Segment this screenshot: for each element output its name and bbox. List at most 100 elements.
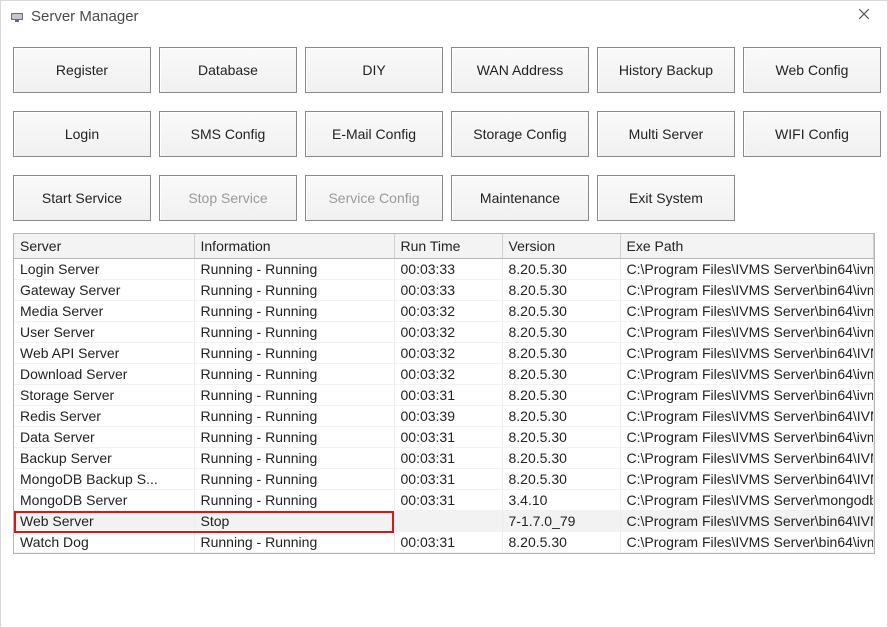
wanaddress-button[interactable]: WAN Address <box>451 47 589 93</box>
cell-server: MongoDB Backup S... <box>14 469 194 490</box>
login-button[interactable]: Login <box>13 111 151 157</box>
webconfig-button[interactable]: Web Config <box>743 47 881 93</box>
col-exepath[interactable]: Exe Path <box>620 234 874 259</box>
cell-server: User Server <box>14 322 194 343</box>
cell-server: Redis Server <box>14 406 194 427</box>
titlebar-left: Server Manager <box>9 8 139 25</box>
cell-time: 00:03:32 <box>394 322 502 343</box>
register-button[interactable]: Register <box>13 47 151 93</box>
cell-ver: 8.20.5.30 <box>502 469 620 490</box>
startservice-button[interactable]: Start Service <box>13 175 151 221</box>
table-row[interactable]: Backup ServerRunning - Running00:03:318.… <box>14 448 874 469</box>
table-row[interactable]: Watch DogRunning - Running00:03:318.20.5… <box>14 532 874 553</box>
table-row[interactable]: MongoDB Backup S...Running - Running00:0… <box>14 469 874 490</box>
window: Server Manager RegisterDatabaseDIYWAN Ad… <box>0 0 888 628</box>
cell-ver: 7-1.7.0_79 <box>502 511 620 532</box>
cell-server: Web Server <box>14 511 194 532</box>
cell-info: Running - Running <box>194 427 394 448</box>
window-title: Server Manager <box>31 8 139 25</box>
table-row[interactable]: Download ServerRunning - Running00:03:32… <box>14 364 874 385</box>
col-runtime[interactable]: Run Time <box>394 234 502 259</box>
cell-server: Gateway Server <box>14 280 194 301</box>
emailconfig-button[interactable]: E-Mail Config <box>305 111 443 157</box>
cell-ver: 8.20.5.30 <box>502 364 620 385</box>
cell-time: 00:03:33 <box>394 280 502 301</box>
cell-ver: 8.20.5.30 <box>502 301 620 322</box>
diy-button[interactable]: DIY <box>305 47 443 93</box>
cell-info: Running - Running <box>194 532 394 553</box>
cell-time <box>394 511 502 532</box>
cell-ver: 8.20.5.30 <box>502 343 620 364</box>
cell-server: Storage Server <box>14 385 194 406</box>
table-row[interactable]: MongoDB ServerRunning - Running00:03:313… <box>14 490 874 511</box>
cell-server: Watch Dog <box>14 532 194 553</box>
table-row[interactable]: Web ServerStop7-1.7.0_79C:\Program Files… <box>14 511 874 532</box>
cell-ver: 3.4.10 <box>502 490 620 511</box>
table-row[interactable]: Redis ServerRunning - Running00:03:398.2… <box>14 406 874 427</box>
cell-time: 00:03:32 <box>394 364 502 385</box>
wificonfig-button[interactable]: WIFI Config <box>743 111 881 157</box>
cell-time: 00:03:31 <box>394 448 502 469</box>
cell-time: 00:03:33 <box>394 259 502 280</box>
table-row[interactable]: Data ServerRunning - Running00:03:318.20… <box>14 427 874 448</box>
cell-ver: 8.20.5.30 <box>502 406 620 427</box>
cell-info: Running - Running <box>194 301 394 322</box>
historybackup-button[interactable]: History Backup <box>597 47 735 93</box>
maintenance-button[interactable]: Maintenance <box>451 175 589 221</box>
server-table: Server Information Run Time Version Exe … <box>14 234 874 553</box>
cell-time: 00:03:32 <box>394 301 502 322</box>
server-table-wrap: Server Information Run Time Version Exe … <box>13 233 875 554</box>
cell-path: C:\Program Files\IVMS Server\bin64\ivm <box>620 322 874 343</box>
cell-info: Running - Running <box>194 259 394 280</box>
close-button[interactable] <box>849 1 879 31</box>
cell-time: 00:03:32 <box>394 343 502 364</box>
cell-path: C:\Program Files\IVMS Server\bin64\ivm <box>620 364 874 385</box>
table-row[interactable]: Login ServerRunning - Running00:03:338.2… <box>14 259 874 280</box>
cell-path: C:\Program Files\IVMS Server\bin64\ivm <box>620 280 874 301</box>
col-server[interactable]: Server <box>14 234 194 259</box>
serviceconfig-button: Service Config <box>305 175 443 221</box>
cell-time: 00:03:31 <box>394 490 502 511</box>
cell-info: Running - Running <box>194 490 394 511</box>
cell-time: 00:03:31 <box>394 427 502 448</box>
storageconfig-button[interactable]: Storage Config <box>451 111 589 157</box>
cell-path: C:\Program Files\IVMS Server\bin64\IVM <box>620 343 874 364</box>
cell-info: Running - Running <box>194 343 394 364</box>
col-information[interactable]: Information <box>194 234 394 259</box>
table-row[interactable]: User ServerRunning - Running00:03:328.20… <box>14 322 874 343</box>
cell-time: 00:03:31 <box>394 385 502 406</box>
cell-server: Data Server <box>14 427 194 448</box>
table-row[interactable]: Web API ServerRunning - Running00:03:328… <box>14 343 874 364</box>
database-button[interactable]: Database <box>159 47 297 93</box>
button-grid: RegisterDatabaseDIYWAN AddressHistory Ba… <box>1 31 887 229</box>
cell-server: Media Server <box>14 301 194 322</box>
cell-path: C:\Program Files\IVMS Server\bin64\ivm <box>620 301 874 322</box>
cell-info: Running - Running <box>194 280 394 301</box>
cell-server: Backup Server <box>14 448 194 469</box>
titlebar: Server Manager <box>1 1 887 31</box>
cell-info: Running - Running <box>194 448 394 469</box>
cell-info: Stop <box>194 511 394 532</box>
cell-server: Web API Server <box>14 343 194 364</box>
col-version[interactable]: Version <box>502 234 620 259</box>
table-row[interactable]: Gateway ServerRunning - Running00:03:338… <box>14 280 874 301</box>
cell-ver: 8.20.5.30 <box>502 259 620 280</box>
stopservice-button: Stop Service <box>159 175 297 221</box>
cell-time: 00:03:31 <box>394 469 502 490</box>
cell-path: C:\Program Files\IVMS Server\bin64\ivm <box>620 427 874 448</box>
table-row[interactable]: Storage ServerRunning - Running00:03:318… <box>14 385 874 406</box>
cell-time: 00:03:31 <box>394 532 502 553</box>
cell-path: C:\Program Files\IVMS Server\bin64\IVM <box>620 406 874 427</box>
multiserver-button[interactable]: Multi Server <box>597 111 735 157</box>
exitsystem-button[interactable]: Exit System <box>597 175 735 221</box>
app-icon <box>9 8 25 24</box>
close-icon <box>858 7 870 25</box>
cell-ver: 8.20.5.30 <box>502 322 620 343</box>
smsconfig-button[interactable]: SMS Config <box>159 111 297 157</box>
cell-info: Running - Running <box>194 385 394 406</box>
cell-path: C:\Program Files\IVMS Server\bin64\IVM <box>620 448 874 469</box>
cell-path: C:\Program Files\IVMS Server\bin64\IVM <box>620 469 874 490</box>
table-row[interactable]: Media ServerRunning - Running00:03:328.2… <box>14 301 874 322</box>
cell-server: Download Server <box>14 364 194 385</box>
cell-ver: 8.20.5.30 <box>502 427 620 448</box>
